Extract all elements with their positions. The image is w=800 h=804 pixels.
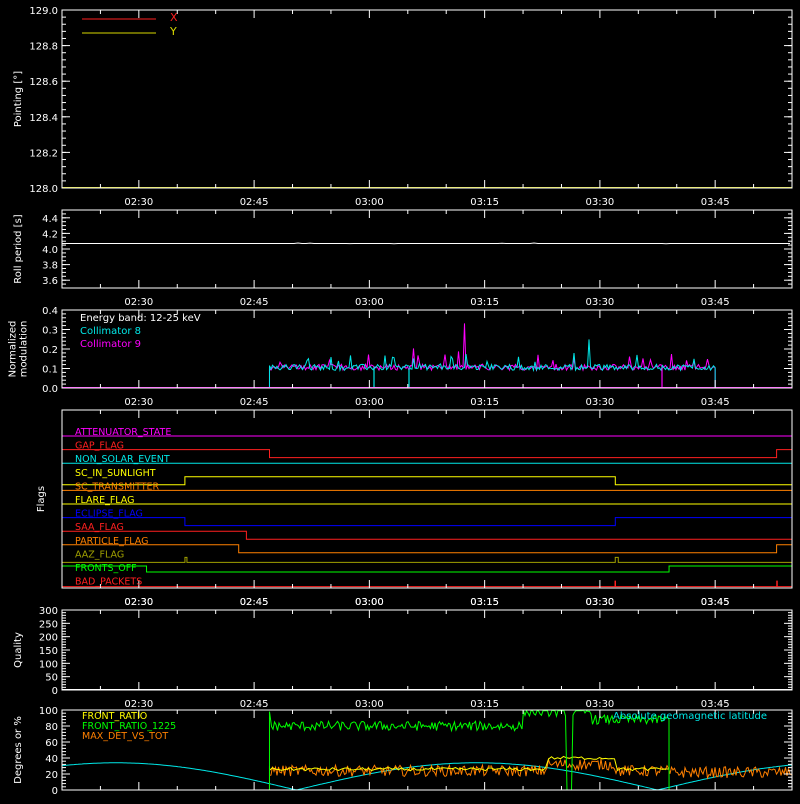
modulation-xtick-label: 03:30 bbox=[585, 397, 614, 408]
pointing-xtick-label: 02:45 bbox=[240, 197, 269, 208]
quality-xtick-label: 03:30 bbox=[585, 699, 614, 710]
roll-xtick-label: 02:45 bbox=[240, 297, 269, 308]
quality-ytick-label: 0 bbox=[52, 686, 58, 697]
ratios-ylabel: Degrees or % bbox=[13, 716, 24, 784]
flag-label-bad-packets: BAD_PACKETS bbox=[75, 577, 142, 588]
pointing-ytick-label: 128.0 bbox=[29, 184, 58, 195]
roll-ytick-label: 4.2 bbox=[42, 229, 58, 240]
roll-ytick-label: 3.6 bbox=[42, 276, 58, 287]
quality-ytick-label: 200 bbox=[39, 633, 58, 644]
flag-label-attenuator-state: ATTENUATOR_STATE bbox=[75, 427, 171, 438]
flags-xtick-label: 03:00 bbox=[355, 597, 384, 608]
pointing-ytick-label: 129.0 bbox=[29, 6, 58, 17]
flags-xtick-label: 03:30 bbox=[585, 597, 614, 608]
roll-ytick-label: 3.8 bbox=[42, 261, 58, 272]
modulation-xtick-label: 03:00 bbox=[355, 397, 384, 408]
roll-xtick-label: 03:45 bbox=[701, 297, 730, 308]
pointing-legend-x-label: X bbox=[170, 11, 178, 24]
modulation-legend-collimator-8: Collimator 8 bbox=[80, 326, 141, 337]
modulation-legend-collimator-9: Collimator 9 bbox=[80, 339, 141, 350]
pointing-xtick-label: 03:30 bbox=[585, 197, 614, 208]
pointing-xtick-label: 03:45 bbox=[701, 197, 730, 208]
flag-label-sc-in-sunlight: SC_IN_SUNLIGHT bbox=[75, 468, 156, 479]
modulation-ylabel: Normalized bbox=[8, 321, 19, 378]
flag-label-sc-transmitter: SC_TRANSMITTER bbox=[75, 481, 160, 492]
flag-label-aaz-flag: AAZ_FLAG bbox=[75, 549, 124, 560]
pointing-xtick-label: 03:15 bbox=[470, 197, 499, 208]
flag-label-fronts-off: FRONTS_OFF bbox=[75, 563, 137, 574]
pointing-ytick-label: 128.8 bbox=[29, 42, 58, 53]
quality-ylabel: Quality bbox=[13, 632, 24, 668]
flags-xtick-label: 03:15 bbox=[470, 597, 499, 608]
modulation-xtick-label: 02:45 bbox=[240, 397, 269, 408]
roll-xtick-label: 03:15 bbox=[470, 297, 499, 308]
modulation-ytick-label: 0.1 bbox=[42, 365, 58, 376]
quality-xtick-label: 03:15 bbox=[470, 699, 499, 710]
quality-xtick-label: 03:00 bbox=[355, 699, 384, 710]
ratios-legend-geomagnetic-latitude: Absolute geomagnetic latitude bbox=[613, 711, 767, 722]
flag-label-flare-flag: FLARE_FLAG bbox=[75, 495, 135, 506]
roll-xtick-label: 03:30 bbox=[585, 297, 614, 308]
flag-label-non-solar-event: NON_SOLAR_EVENT bbox=[75, 454, 170, 465]
roll-xtick-label: 03:00 bbox=[355, 297, 384, 308]
pointing-ylabel: Pointing [°] bbox=[13, 71, 24, 127]
quality-ytick-label: 50 bbox=[45, 673, 58, 684]
ratios-ytick-label: 40 bbox=[45, 754, 58, 765]
quality-ytick-label: 100 bbox=[39, 659, 58, 670]
roll-xtick-label: 02:30 bbox=[124, 297, 153, 308]
flag-label-saa-flag: SAA_FLAG bbox=[75, 522, 124, 533]
modulation-ytick-label: 0.2 bbox=[42, 345, 58, 356]
roll-ytick-label: 4.0 bbox=[42, 245, 58, 256]
modulation-xtick-label: 02:30 bbox=[124, 397, 153, 408]
roll-period-line bbox=[61, 242, 790, 245]
pointing-ytick-label: 128.2 bbox=[29, 148, 58, 159]
ratios-ytick-label: 60 bbox=[45, 738, 58, 749]
flags-xtick-label: 02:30 bbox=[124, 597, 153, 608]
rhessi-quicklook-plot: 129.0 128.8 128.6 128.4 128.2 128.0 Pointing [… bbox=[0, 0, 800, 800]
flag-label-eclipse-flag: ECLIPSE_FLAG bbox=[75, 509, 143, 520]
quality-xtick-label: 02:30 bbox=[124, 699, 153, 710]
ratios-ytick-label: 80 bbox=[45, 722, 58, 733]
ratios-ytick-label: 100 bbox=[39, 706, 58, 717]
flags-xtick-label: 03:45 bbox=[701, 597, 730, 608]
ratios-ytick-label: 20 bbox=[45, 770, 58, 781]
flags-ylabel: Flags bbox=[36, 486, 47, 512]
pointing-xtick-label: 03:00 bbox=[355, 197, 384, 208]
modulation-legend-energy-band: Energy band: 12-25 keV bbox=[80, 313, 201, 324]
ratios-legend-max-det-vs-tot: MAX_DET_VS_TOT bbox=[82, 731, 168, 742]
pointing-xtick-label: 02:30 bbox=[124, 197, 153, 208]
modulation-ytick-label: 0.0 bbox=[42, 384, 58, 395]
pointing-ytick-label: 128.6 bbox=[29, 77, 58, 88]
quality-xtick-label: 02:45 bbox=[240, 699, 269, 710]
flag-label-gap-flag: GAP_FLAG bbox=[75, 441, 124, 452]
quality-ytick-label: 150 bbox=[39, 646, 58, 657]
modulation-xtick-label: 03:15 bbox=[470, 397, 499, 408]
modulation-ytick-label: 0.4 bbox=[42, 306, 58, 317]
flags-xtick-label: 02:45 bbox=[240, 597, 269, 608]
roll-ytick-label: 4.4 bbox=[42, 214, 58, 225]
roll-ylabel: Roll period [s] bbox=[13, 214, 24, 283]
quality-xtick-label: 03:45 bbox=[701, 699, 730, 710]
pointing-ytick-label: 128.4 bbox=[29, 113, 58, 124]
flag-label-particle-flag: PARTICLE_FLAG bbox=[75, 536, 148, 547]
pointing-legend-y-label: Y bbox=[169, 25, 177, 38]
modulation-xtick-label: 03:45 bbox=[701, 397, 730, 408]
modulation-ytick-label: 0.3 bbox=[42, 326, 58, 337]
quality-ytick-label: 300 bbox=[39, 606, 58, 617]
quality-ytick-label: 250 bbox=[39, 619, 58, 630]
modulation-ylabel: modulation bbox=[19, 321, 30, 378]
ratios-ytick-label: 0 bbox=[52, 786, 58, 797]
